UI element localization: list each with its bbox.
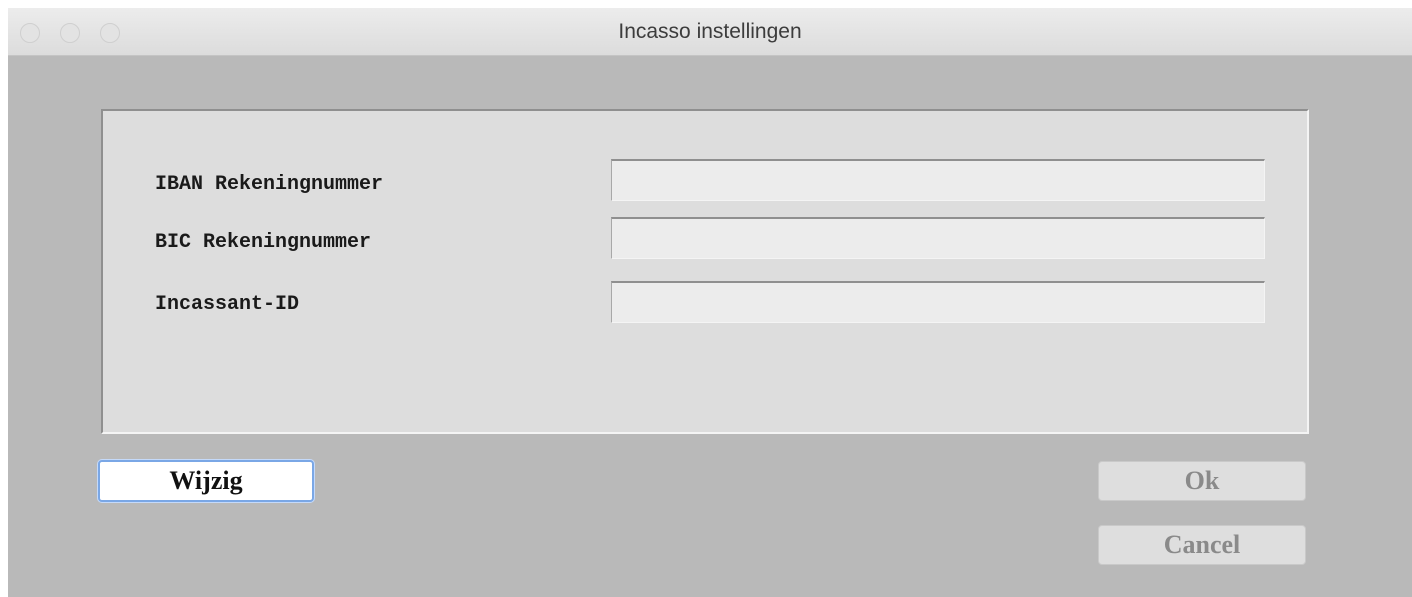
ok-button[interactable]: Ok <box>1098 461 1306 501</box>
title-bar[interactable]: Incasso instellingen <box>8 8 1412 56</box>
iban-input[interactable] <box>611 159 1265 201</box>
bic-label: BIC Rekeningnummer <box>155 231 372 254</box>
bic-input[interactable] <box>611 217 1265 259</box>
dialog-window: Incasso instellingen IBAN Rekeningnummer… <box>8 8 1412 597</box>
incassant-id-label: Incassant-ID <box>155 293 300 316</box>
cancel-button[interactable]: Cancel <box>1098 525 1306 565</box>
edit-button[interactable]: Wijzig <box>98 460 314 502</box>
iban-label: IBAN Rekeningnummer <box>155 173 384 196</box>
settings-panel: IBAN Rekeningnummer BIC Rekeningnummer I… <box>101 109 1309 434</box>
window-title: Incasso instellingen <box>618 20 802 43</box>
incassant-id-input[interactable] <box>611 281 1265 323</box>
